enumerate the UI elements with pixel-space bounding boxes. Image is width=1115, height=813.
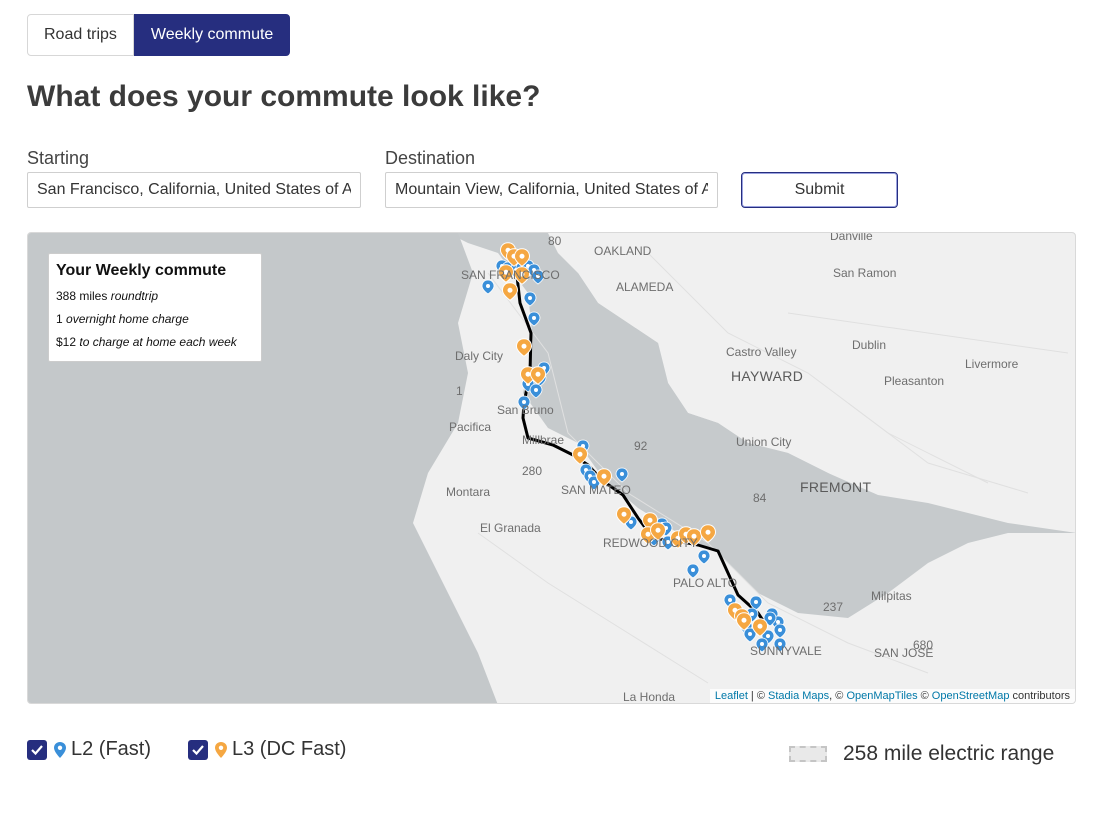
l3-checkbox[interactable] xyxy=(188,739,208,760)
map-label-san-mateo: SAN MATEO xyxy=(561,483,631,497)
map-label-hwy-92: 92 xyxy=(634,439,648,453)
map-label-la-honda: La Honda xyxy=(623,690,676,704)
starting-input[interactable] xyxy=(27,172,361,208)
map-label-millbrae: Millbrae xyxy=(522,433,565,447)
map-label-san-bruno: San Bruno xyxy=(497,403,554,417)
map-pin-icon xyxy=(54,741,66,758)
map-label-milpitas: Milpitas xyxy=(871,589,912,603)
commute-summary: Your Weekly commute 388 miles roundtrip … xyxy=(48,253,262,362)
map-label-dublin: Dublin xyxy=(852,338,887,352)
map-label-livermore: Livermore xyxy=(965,357,1019,371)
l2-label: L2 (Fast) xyxy=(71,738,152,760)
range-swatch xyxy=(789,746,827,762)
map-label-el-granada: El Granada xyxy=(480,521,541,535)
map-label-palo-alto: PALO ALTO xyxy=(673,576,738,590)
map-label-alameda: ALAMEDA xyxy=(616,280,674,294)
starting-label: Starting xyxy=(27,148,90,168)
summary-miles: 388 miles roundtrip xyxy=(56,289,159,303)
destination-input[interactable] xyxy=(385,172,718,208)
map-label-danville: Danville xyxy=(830,232,873,243)
tab-road-trips[interactable]: Road trips xyxy=(27,14,134,56)
map-attribution: Leaflet | © Stadia Maps, © OpenMapTiles … xyxy=(709,689,1075,703)
check-icon xyxy=(31,744,43,755)
submit-button[interactable]: Submit xyxy=(741,172,898,208)
map-label-hwy-280: 280 xyxy=(522,464,543,478)
map-label-san-francisco: SAN FRANCISCO xyxy=(461,268,560,282)
map-label-castro-valley: Castro Valley xyxy=(726,345,797,359)
map-label-hwy-1: 1 xyxy=(456,384,463,398)
l3-label: L3 (DC Fast) xyxy=(232,738,347,760)
map-label-hwy-237: 237 xyxy=(823,600,844,614)
map-label-sunnyvale: SUNNYVALE xyxy=(750,644,822,658)
summary-cost: $12 to charge at home each week xyxy=(56,335,237,349)
map-label-hwy-80: 80 xyxy=(548,234,562,248)
map-label-oakland: OAKLAND xyxy=(594,244,652,258)
map-label-san-ramon: San Ramon xyxy=(833,266,897,280)
map-label-montara: Montara xyxy=(446,485,491,499)
l2-checkbox[interactable] xyxy=(27,739,47,760)
check-icon xyxy=(192,744,204,755)
openstreetmap-link[interactable]: OpenStreetMap xyxy=(932,690,1010,702)
legend-l2[interactable]: L2 (Fast) xyxy=(27,738,151,761)
map-pin-icon xyxy=(215,741,227,758)
stadia-link[interactable]: Stadia Maps xyxy=(768,690,829,702)
tab-weekly-commute[interactable]: Weekly commute xyxy=(133,14,291,56)
charger-marker[interactable] xyxy=(529,383,543,399)
map-label-redwood-city: REDWOOD CITY xyxy=(603,536,698,550)
page-title: What does your commute look like? xyxy=(27,80,541,113)
leaflet-link[interactable]: Leaflet xyxy=(715,690,748,702)
commute-map[interactable]: SAN FRANCISCO OAKLAND ALAMEDA Daly City … xyxy=(27,232,1076,704)
map-label-union-city: Union City xyxy=(736,435,792,449)
legend-l3[interactable]: L3 (DC Fast) xyxy=(188,738,346,761)
map-label-pacifica: Pacifica xyxy=(449,420,492,434)
openmaptiles-link[interactable]: OpenMapTiles xyxy=(846,690,917,702)
electric-range-legend: 258 mile electric range xyxy=(789,742,1054,766)
mode-tabs: Road trips Weekly commute xyxy=(27,14,291,56)
map-label-hwy-84: 84 xyxy=(753,491,767,505)
map-label-fremont: FREMONT xyxy=(800,479,872,495)
map-label-pleasanton: Pleasanton xyxy=(884,374,945,388)
range-text: 258 mile electric range xyxy=(843,742,1055,765)
destination-label: Destination xyxy=(385,148,476,168)
map-label-hwy-680: 680 xyxy=(913,638,934,652)
map-label-daly-city: Daly City xyxy=(455,349,504,363)
map-label-hayward: HAYWARD xyxy=(731,368,804,384)
summary-overnight: 1 overnight home charge xyxy=(56,312,189,326)
summary-title: Your Weekly commute xyxy=(56,262,227,279)
